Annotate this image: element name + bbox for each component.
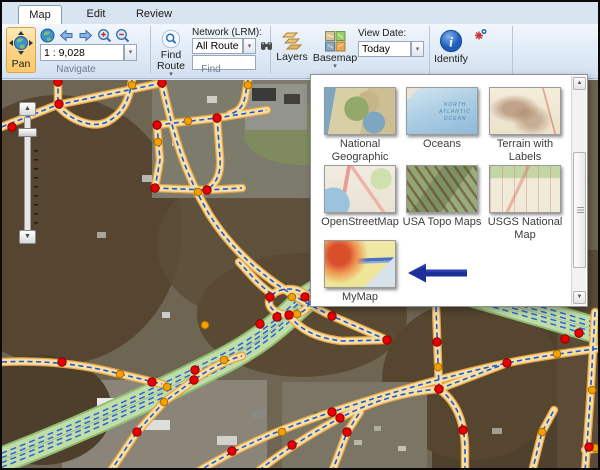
scale-dropdown-button[interactable]: ▾ [124, 44, 137, 61]
view-date-select[interactable] [358, 41, 411, 57]
ribbon: Pan ▾ Navigate [2, 24, 598, 79]
tab-map[interactable]: Map [18, 5, 62, 24]
pan-globe-icon [9, 31, 33, 55]
basemap-thumbnail-usa-topo-maps[interactable] [406, 165, 478, 213]
basemap-option-terrain-with-labels[interactable]: Terrain with Labels [481, 87, 569, 164]
scroll-up-button[interactable]: ▲ [573, 77, 586, 90]
basemap-option-label: National Geographic [316, 138, 404, 164]
basemap-option-label: OpenStreetMap [316, 216, 404, 229]
zoom-out-icon[interactable] [115, 28, 130, 43]
group-label-navigate: Navigate [6, 64, 146, 75]
flag-route-icon[interactable] [473, 28, 488, 43]
identify-button[interactable]: i Identify [432, 27, 470, 73]
network-lrm-dropdown-button[interactable]: ▾ [243, 38, 256, 54]
basemap-option-national-geographic[interactable]: National Geographic [316, 87, 404, 164]
basemap-option-usgs-national-map[interactable]: USGS National Map [481, 165, 569, 242]
network-lrm-select[interactable] [192, 38, 243, 54]
basemap-option-label: MyMap [316, 291, 404, 304]
basemap-dropdown-caret[interactable]: ▾ [333, 64, 337, 69]
map-zoom-slider[interactable]: ▲ ▼ [18, 102, 40, 244]
basemap-thumbnail-national-geographic[interactable] [324, 87, 396, 135]
identify-label: Identify [434, 53, 468, 65]
zoom-in-slider-button[interactable]: ▲ [19, 102, 36, 116]
basemap-thumbnail-openstreetmap[interactable] [324, 165, 396, 213]
oceans-thumbnail-text: NORTH ATLANTIC OCEAN [433, 102, 477, 123]
basemap-option-label: Terrain with Labels [481, 138, 569, 164]
layers-icon [281, 31, 303, 51]
basemap-thumbnail-mymap[interactable] [324, 240, 396, 288]
zoom-out-slider-button[interactable]: ▼ [19, 230, 36, 244]
app-window: ▲ ▼ Map Edit Review Pan [0, 0, 600, 470]
view-date-dropdown-button[interactable]: ▾ [411, 41, 424, 57]
tab-edit[interactable]: Edit [76, 5, 116, 24]
basemap-option-label: USGS National Map [481, 216, 569, 242]
map-scale-input[interactable] [40, 44, 124, 61]
network-lrm-label: Network (LRM): [192, 27, 262, 38]
full-extent-globe-icon[interactable] [40, 28, 55, 43]
zoom-in-icon[interactable] [97, 28, 112, 43]
basemap-button[interactable]: Basemap ▾ [312, 27, 358, 79]
scrollbar-thumb[interactable] [573, 152, 586, 268]
basemap-gallery-panel: National Geographic NORTH ATLANTIC OCEAN… [310, 74, 588, 307]
basemap-thumbnail-terrain-with-labels[interactable] [489, 87, 561, 135]
tab-review[interactable]: Review [128, 5, 180, 24]
basemap-option-oceans[interactable]: NORTH ATLANTIC OCEAN Oceans [398, 87, 486, 151]
view-date-label: View Date: [358, 28, 406, 39]
scroll-down-button[interactable]: ▼ [573, 291, 586, 304]
basemap-option-openstreetmap[interactable]: OpenStreetMap [316, 165, 404, 229]
basemap-thumbnail-usgs-national-map[interactable] [489, 165, 561, 213]
binoculars-search-icon[interactable] [260, 39, 273, 52]
basemap-thumbnail-oceans[interactable]: NORTH ATLANTIC OCEAN [406, 87, 478, 135]
previous-extent-arrow-icon[interactable] [59, 28, 74, 43]
layers-button[interactable]: Layers [274, 27, 310, 75]
next-extent-arrow-icon[interactable] [78, 28, 93, 43]
annotation-arrow-to-mymap [407, 261, 469, 283]
basemap-option-usa-topo-maps[interactable]: USA Topo Maps [398, 165, 486, 229]
zoom-slider-ticks [34, 150, 38, 230]
svg-text:i: i [449, 35, 453, 50]
basemap-icon [325, 31, 346, 52]
group-label-find: Find [152, 64, 270, 75]
basemap-option-label: Oceans [398, 138, 486, 151]
find-route-icon [159, 29, 183, 49]
basemap-option-mymap[interactable]: MyMap [316, 240, 404, 304]
identify-icon: i [439, 29, 463, 53]
basemap-option-label: USA Topo Maps [398, 216, 486, 229]
gallery-scrollbar[interactable]: ▲ ▼ [571, 76, 586, 305]
layers-label: Layers [276, 51, 308, 63]
ribbon-tab-bar: Map Edit Review [2, 2, 598, 24]
zoom-slider-thumb[interactable] [18, 128, 37, 137]
